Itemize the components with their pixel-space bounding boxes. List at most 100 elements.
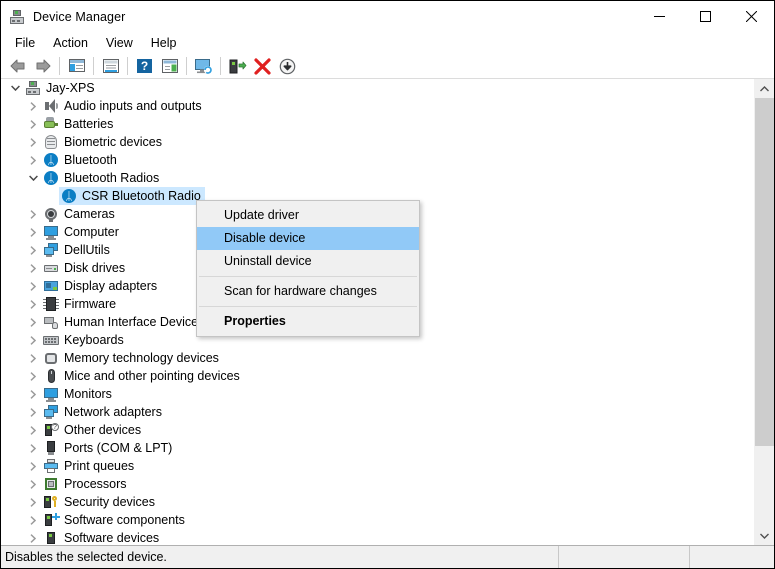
chevron-right-icon[interactable] [25, 115, 41, 133]
tree-row[interactable]: Network adapters [1, 403, 753, 421]
tree-row-content[interactable]: Display adapters [41, 277, 161, 295]
tree-row-content[interactable]: Network adapters [41, 403, 166, 421]
tree-row[interactable]: Batteries [1, 115, 753, 133]
uninstall-device-button[interactable] [251, 55, 274, 77]
tree-row-content[interactable]: Computer [41, 223, 123, 241]
chevron-right-icon[interactable] [25, 313, 41, 331]
chevron-right-icon[interactable] [25, 367, 41, 385]
tree-row-label: Biometric devices [64, 134, 162, 150]
chevron-right-icon[interactable] [25, 493, 41, 511]
maximize-button[interactable] [682, 1, 728, 32]
tree-row[interactable]: Ports (COM & LPT) [1, 439, 753, 457]
tree-row-content[interactable]: Software components [41, 511, 189, 529]
chevron-right-icon[interactable] [25, 97, 41, 115]
tree-row-content[interactable]: Print queues [41, 457, 138, 475]
menu-action[interactable]: Action [45, 34, 96, 52]
scan-for-hardware-changes-button[interactable] [192, 55, 215, 77]
chevron-right-icon[interactable] [25, 421, 41, 439]
tree-row[interactable]: ?Other devices [1, 421, 753, 439]
disable-device-button[interactable] [276, 55, 299, 77]
tree-row-content[interactable]: Audio inputs and outputs [41, 97, 206, 115]
tree-row-content[interactable]: Software devices [41, 529, 163, 545]
tree-row[interactable]: Biometric devices [1, 133, 753, 151]
context-uninstall-device[interactable]: Uninstall device [197, 250, 419, 273]
chevron-right-icon[interactable] [25, 349, 41, 367]
tree-row[interactable]: Security devices [1, 493, 753, 511]
show-hide-console-tree-button[interactable] [65, 55, 88, 77]
tree-row-content[interactable]: Human Interface Devices [41, 313, 208, 331]
chevron-right-icon[interactable] [25, 475, 41, 493]
tree-row-content[interactable]: Security devices [41, 493, 159, 511]
tree-row-content[interactable]: Mice and other pointing devices [41, 367, 244, 385]
tree-row[interactable]: Memory technology devices [1, 349, 753, 367]
dual-monitor-icon [43, 404, 59, 420]
tree-row[interactable]: ᛦBluetooth Radios [1, 169, 753, 187]
scroll-up-button[interactable] [754, 79, 775, 98]
context-menu[interactable]: Update driverDisable deviceUninstall dev… [196, 200, 420, 337]
status-pane-tertiary [690, 546, 774, 568]
menu-file[interactable]: File [7, 34, 43, 52]
scroll-down-button[interactable] [754, 526, 775, 545]
chevron-down-icon[interactable] [7, 79, 23, 97]
context-properties[interactable]: Properties [197, 310, 419, 333]
chevron-right-icon[interactable] [25, 331, 41, 349]
chevron-right-icon[interactable] [25, 439, 41, 457]
scrollbar-thumb[interactable] [755, 98, 774, 446]
tree-row-content[interactable]: Cameras [41, 205, 119, 223]
context-update-driver[interactable]: Update driver [197, 204, 419, 227]
tree-row-content[interactable]: Processors [41, 475, 131, 493]
tree-row[interactable]: Processors [1, 475, 753, 493]
tree-row-content[interactable]: Memory technology devices [41, 349, 223, 367]
chevron-right-icon[interactable] [25, 295, 41, 313]
chevron-right-icon[interactable] [25, 133, 41, 151]
tree-row-selected[interactable]: ᛦCSR Bluetooth Radio [59, 187, 205, 205]
show-hide-action-pane-button[interactable] [158, 55, 181, 77]
chevron-right-icon[interactable] [25, 223, 41, 241]
tree-row-content[interactable]: ᛦBluetooth [41, 151, 121, 169]
tree-row-content[interactable]: ?Other devices [41, 421, 145, 439]
chevron-right-icon[interactable] [25, 511, 41, 529]
tree-row-content[interactable]: Jay-XPS [23, 79, 99, 97]
tree-row-content[interactable]: Monitors [41, 385, 116, 403]
chevron-right-icon[interactable] [25, 205, 41, 223]
properties-button[interactable] [99, 55, 122, 77]
vertical-scrollbar[interactable] [753, 79, 774, 545]
tree-row[interactable]: ᛦBluetooth [1, 151, 753, 169]
close-button[interactable] [728, 1, 774, 32]
chevron-right-icon[interactable] [25, 259, 41, 277]
tree-row-content[interactable]: ᛦBluetooth Radios [41, 169, 163, 187]
update-driver-button[interactable] [226, 55, 249, 77]
chevron-right-icon[interactable] [25, 457, 41, 475]
tree-row-label: Network adapters [64, 404, 162, 420]
back-button[interactable] [6, 55, 29, 77]
menu-view[interactable]: View [98, 34, 141, 52]
tree-row-content[interactable]: Batteries [41, 115, 117, 133]
context-disable-device[interactable]: Disable device [197, 227, 419, 250]
minimize-button[interactable] [636, 1, 682, 32]
tree-row-content[interactable]: Disk drives [41, 259, 129, 277]
chevron-down-icon[interactable] [25, 169, 41, 187]
tree-row[interactable]: Monitors [1, 385, 753, 403]
menu-help[interactable]: Help [143, 34, 185, 52]
tree-row-content[interactable]: Ports (COM & LPT) [41, 439, 176, 457]
tree-row-label: Software components [64, 512, 185, 528]
chevron-right-icon[interactable] [25, 277, 41, 295]
chevron-right-icon[interactable] [25, 403, 41, 421]
chevron-right-icon[interactable] [25, 241, 41, 259]
chevron-right-icon[interactable] [25, 385, 41, 403]
chevron-right-icon[interactable] [25, 529, 41, 545]
forward-button[interactable] [31, 55, 54, 77]
help-button[interactable]: ? [133, 55, 156, 77]
context-scan-hardware-changes[interactable]: Scan for hardware changes [197, 280, 419, 303]
tree-row[interactable]: Print queues [1, 457, 753, 475]
tree-row[interactable]: Audio inputs and outputs [1, 97, 753, 115]
tree-row[interactable]: Jay-XPS [1, 79, 753, 97]
tree-row-content[interactable]: DellUtils [41, 241, 114, 259]
chevron-right-icon[interactable] [25, 151, 41, 169]
tree-row-content[interactable]: Keyboards [41, 331, 128, 349]
tree-row-content[interactable]: Firmware [41, 295, 120, 313]
tree-row-content[interactable]: Biometric devices [41, 133, 166, 151]
tree-row[interactable]: Mice and other pointing devices [1, 367, 753, 385]
tree-row[interactable]: Software devices [1, 529, 753, 545]
tree-row[interactable]: Software components [1, 511, 753, 529]
